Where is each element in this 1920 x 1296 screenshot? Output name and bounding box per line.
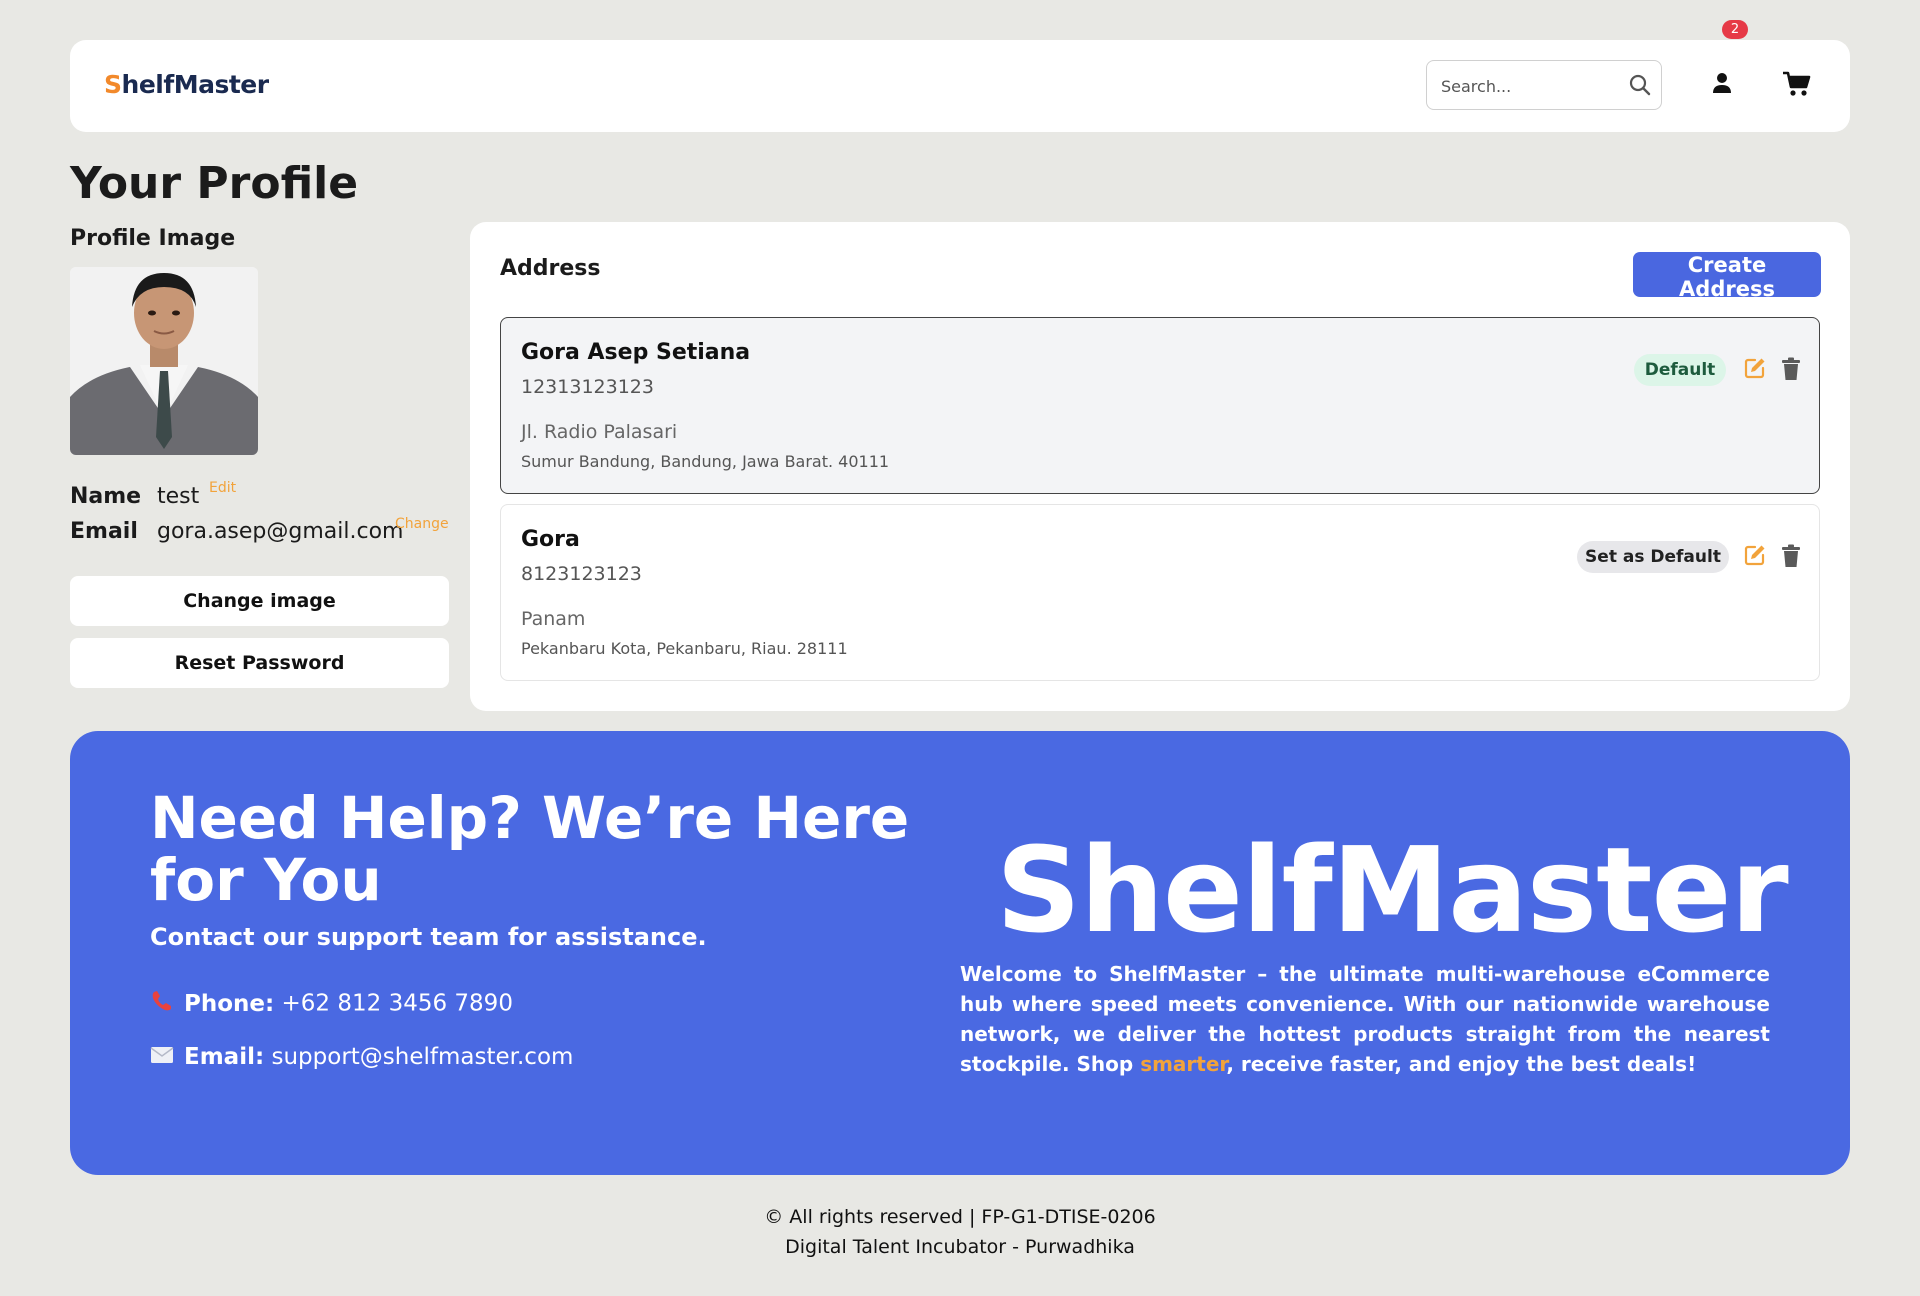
- cart-count-badge: 2: [1722, 20, 1748, 39]
- reset-password-button[interactable]: Reset Password: [70, 638, 449, 688]
- phone-contact: Phone: +62 812 3456 7890: [150, 989, 513, 1019]
- edit-name-link[interactable]: Edit: [209, 480, 236, 496]
- avatar: [70, 267, 258, 455]
- address-item[interactable]: Gora 8123123123 Panam Pekanbaru Kota, Pe…: [500, 504, 1820, 681]
- trash-icon[interactable]: [1781, 357, 1801, 385]
- help-banner: Need Help? We’re Here for You Contact ou…: [70, 731, 1850, 1175]
- cart-icon[interactable]: [1782, 70, 1812, 102]
- change-image-button[interactable]: Change image: [70, 576, 449, 626]
- address-item[interactable]: Gora Asep Setiana 12313123123 Jl. Radio …: [500, 317, 1820, 494]
- phone-value[interactable]: +62 812 3456 7890: [282, 991, 513, 1017]
- help-title: Need Help? We’re Here for You: [150, 784, 910, 914]
- email-label: Email: [70, 519, 138, 544]
- address-street: Jl. Radio Palasari: [521, 421, 678, 443]
- phone-label: Phone:: [184, 990, 275, 1017]
- change-email-link[interactable]: Change: [395, 516, 449, 532]
- default-badge: Default: [1634, 354, 1726, 386]
- trash-icon[interactable]: [1781, 544, 1801, 572]
- email-icon: [150, 1045, 178, 1071]
- edit-icon[interactable]: [1743, 356, 1767, 384]
- address-card: Address Create Address Gora Asep Setiana…: [470, 222, 1850, 711]
- edit-icon[interactable]: [1743, 543, 1767, 571]
- credit-line: Digital Talent Incubator - Purwadhika: [785, 1236, 1135, 1258]
- footer-brand: ShelfMaster: [996, 821, 1789, 959]
- user-icon[interactable]: [1712, 72, 1732, 100]
- set-default-button[interactable]: Set as Default: [1577, 541, 1729, 573]
- name-label: Name: [70, 484, 142, 509]
- help-subtitle: Contact our support team for assistance.: [150, 923, 707, 951]
- search-input[interactable]: [1439, 73, 1623, 99]
- create-address-button[interactable]: Create Address: [1633, 252, 1821, 301]
- email-contact: Email: support@shelfmaster.com: [150, 1044, 573, 1071]
- brand-description: Welcome to ShelfMaster – the ultimate mu…: [960, 962, 1770, 1076]
- search-icon[interactable]: [1629, 74, 1651, 100]
- page-title: Your Profile: [70, 158, 359, 209]
- email-label-footer: Email:: [184, 1044, 265, 1070]
- address-name: Gora: [521, 527, 580, 552]
- phone-icon: [150, 989, 178, 1019]
- search-box: [1426, 60, 1662, 110]
- email-value: gora.asep@gmail.com: [157, 519, 404, 544]
- support-email[interactable]: support@shelfmaster.com: [271, 1044, 573, 1070]
- address-phone: 8123123123: [521, 563, 642, 585]
- address-title: Address: [500, 256, 601, 281]
- copyright-line: © All rights reserved | FP-G1-DTISE-0206: [764, 1206, 1156, 1228]
- logo[interactable]: ShelfMaster: [104, 70, 269, 99]
- navbar: ShelfMaster: [70, 40, 1850, 132]
- address-street: Panam: [521, 608, 586, 630]
- address-region: Sumur Bandung, Bandung, Jawa Barat. 4011…: [521, 452, 890, 471]
- name-value: test: [157, 484, 200, 509]
- address-region: Pekanbaru Kota, Pekanbaru, Riau. 28111: [521, 639, 848, 658]
- brand-highlight: smarter: [1140, 1052, 1227, 1076]
- profile-image-label: Profile Image: [70, 226, 236, 251]
- address-phone: 12313123123: [521, 376, 654, 398]
- address-name: Gora Asep Setiana: [521, 340, 751, 365]
